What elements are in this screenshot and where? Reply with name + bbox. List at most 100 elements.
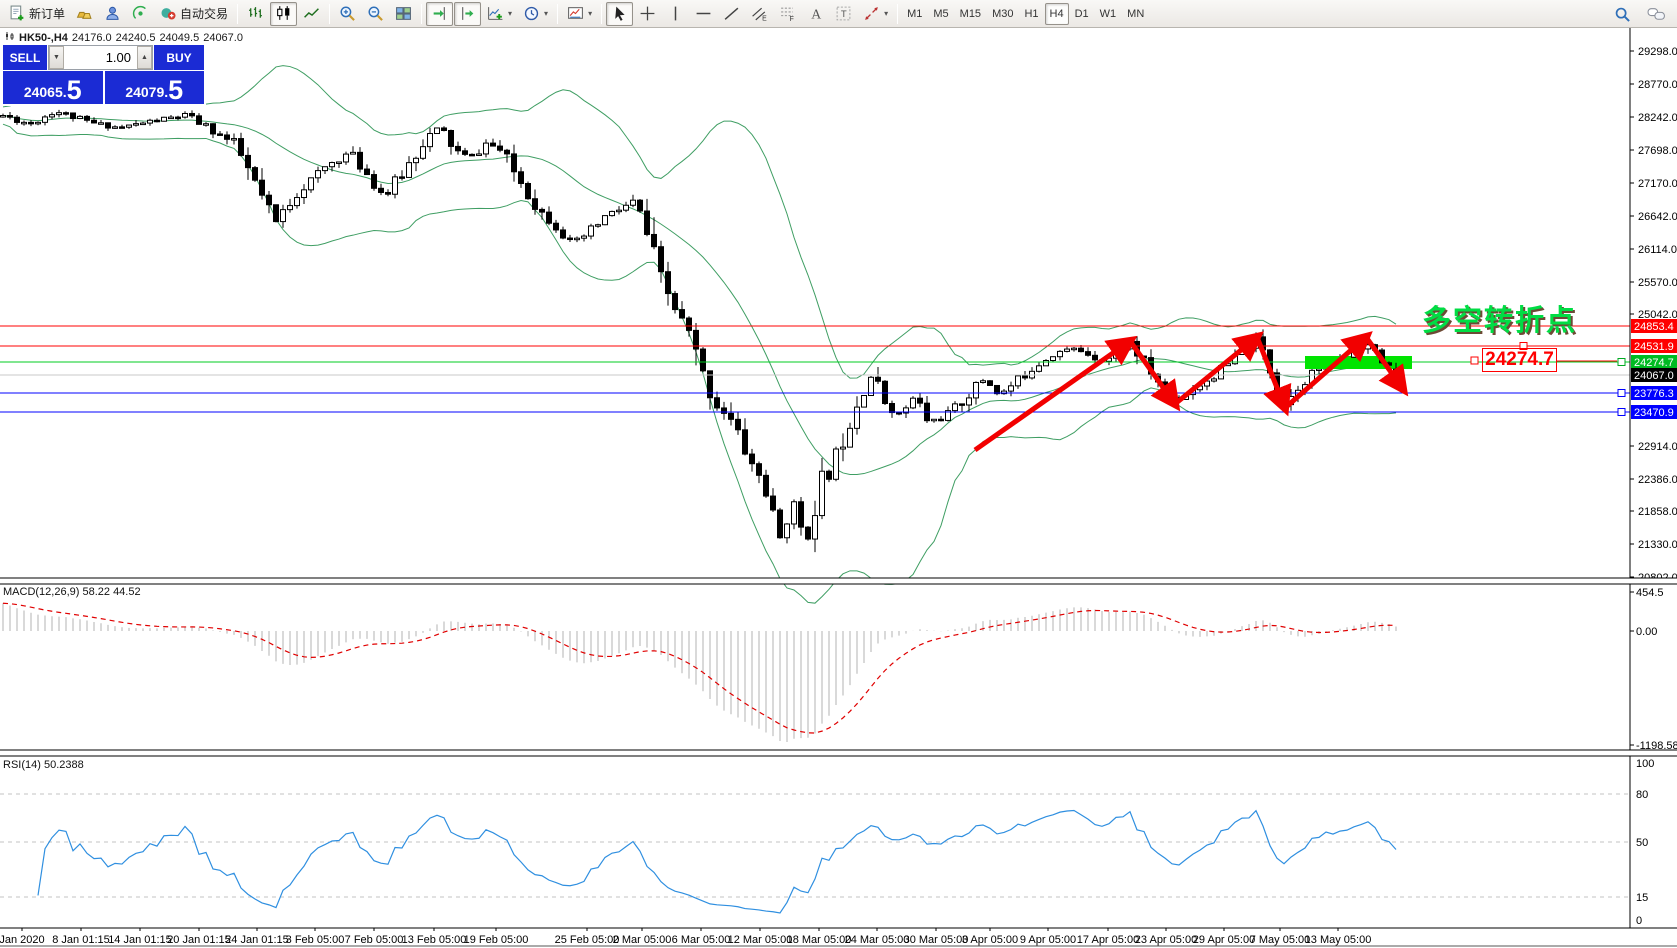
pane-divider[interactable] xyxy=(0,577,1677,585)
time-tick-label: 20 Jan 01:15 xyxy=(167,934,231,946)
price-tick-label: 22386.0 xyxy=(1638,474,1677,486)
pane-divider[interactable] xyxy=(0,749,1677,757)
chart-mini-icon xyxy=(5,31,15,44)
auto-scroll-icon xyxy=(431,5,448,22)
zoom-out-button[interactable] xyxy=(362,2,389,26)
price-tick-label: 28770.0 xyxy=(1638,79,1677,91)
fibonacci-button[interactable]: F xyxy=(774,2,801,26)
sell-price-pip: 5 xyxy=(66,75,82,105)
lot-size-group: ▼ ▲ xyxy=(48,45,153,70)
buy-price-main: 24079 xyxy=(125,84,165,100)
chevron-down-icon: ▾ xyxy=(884,9,889,18)
arrows-button[interactable]: ▾ xyxy=(858,2,893,26)
time-tick-label: 14 Jan 01:15 xyxy=(108,934,172,946)
candle-chart-button[interactable] xyxy=(270,1,298,26)
trendline-button[interactable] xyxy=(718,2,745,26)
timeframe-button-H1[interactable]: H1 xyxy=(1019,3,1043,25)
gold-button[interactable] xyxy=(71,2,98,26)
svg-text:24853.4: 24853.4 xyxy=(1634,321,1674,333)
search-button[interactable] xyxy=(1609,2,1636,26)
zoom-out-icon xyxy=(367,5,384,22)
timeframe-button-M15[interactable]: M15 xyxy=(955,3,986,25)
sell-button[interactable]: SELL xyxy=(3,45,47,70)
gold-icon xyxy=(76,5,93,22)
tile-windows-icon xyxy=(395,5,412,22)
bar-chart-button[interactable] xyxy=(242,2,269,26)
price-tick-label: 21330.0 xyxy=(1638,539,1677,551)
time-tick-label: 6 Mar 05:00 xyxy=(672,934,731,946)
crosshair-icon xyxy=(639,5,656,22)
one-click-trade-panel: SELL ▼ ▲ BUY 24065.5 24079.5 xyxy=(2,44,205,105)
contacts-icon xyxy=(104,5,121,22)
ohlc-high: 24240.5 xyxy=(115,31,156,44)
auto-trade-icon xyxy=(160,5,177,22)
toolbar-separator xyxy=(329,3,331,24)
toolbar-separator xyxy=(237,3,239,24)
indicators-button[interactable]: ▾ xyxy=(482,2,517,26)
mt4-terminal-window: 新订单 自动交易 ▾ ▾ ▾ E F A T ▾ M1 M5 M15 M30 H1 H4 D1 W1 MN 292… xyxy=(0,0,1677,948)
vertical-line-button[interactable] xyxy=(662,2,689,26)
search-icon xyxy=(1614,6,1631,23)
toolbar-separator xyxy=(421,3,423,24)
level-handle-23776.3[interactable] xyxy=(1617,389,1626,397)
zoom-in-icon xyxy=(339,5,356,22)
svg-text:F: F xyxy=(790,16,794,22)
rsi-value: 50.2388 xyxy=(43,759,84,771)
cursor-button[interactable] xyxy=(606,1,634,26)
macd-tick-label: 454.5 xyxy=(1636,587,1664,599)
lot-increase-button[interactable]: ▲ xyxy=(137,46,152,69)
time-tick-label: 17 Apr 05:00 xyxy=(1077,934,1139,946)
rsi-tick-label: 50 xyxy=(1636,837,1648,849)
new-order-button[interactable]: 新订单 xyxy=(4,2,70,26)
chat-button[interactable] xyxy=(1642,2,1671,26)
zoom-in-button[interactable] xyxy=(334,2,361,26)
price-tick-label: 21858.0 xyxy=(1638,506,1677,518)
sell-price-main: 24065 xyxy=(23,84,63,100)
timeframe-button-W1[interactable]: W1 xyxy=(1095,3,1122,25)
time-tick-label: 19 Feb 05:00 xyxy=(464,934,529,946)
text-label-button[interactable]: T xyxy=(830,2,857,26)
chart-shift-button[interactable] xyxy=(454,1,482,26)
line-chart-button[interactable] xyxy=(298,2,325,26)
tile-windows-button[interactable] xyxy=(390,2,417,26)
contacts-button[interactable] xyxy=(99,2,126,26)
lot-size-input[interactable] xyxy=(64,46,137,69)
equidistant-channel-button[interactable]: E xyxy=(746,2,773,26)
chart-canvas[interactable]: 29298.0 28770.0 28242.0 27698.0 27170.0 26642… xyxy=(0,0,1677,948)
time-tick-label: 23 Apr 05:00 xyxy=(1135,934,1197,946)
signals-icon xyxy=(132,5,149,22)
price-tick-label: 25570.0 xyxy=(1638,277,1677,289)
timeframe-button-M1[interactable]: M1 xyxy=(902,3,927,25)
chevron-down-icon: ▾ xyxy=(544,9,549,18)
horizontal-line-button[interactable] xyxy=(690,2,717,26)
buy-button[interactable]: BUY xyxy=(154,45,204,70)
auto-scroll-button[interactable] xyxy=(426,1,454,26)
rsi-tick-label: 0 xyxy=(1636,915,1642,927)
level-handle-23470.9[interactable] xyxy=(1617,408,1626,416)
buy-price-pip: 5 xyxy=(168,75,184,105)
sell-price[interactable]: 24065. 5 xyxy=(3,71,103,104)
timeframe-button-D1[interactable]: D1 xyxy=(1070,3,1094,25)
templates-button[interactable]: ▾ xyxy=(562,2,597,26)
price-callout-box[interactable]: 24274.7 xyxy=(1482,348,1557,372)
timeframe-button-M30[interactable]: M30 xyxy=(987,3,1018,25)
timeframe-button-M5[interactable]: M5 xyxy=(928,3,953,25)
buy-price[interactable]: 24079. 5 xyxy=(104,71,204,105)
turning-point-annotation[interactable]: 多空转折点 xyxy=(1422,297,1577,339)
price-tick-label: 22914.0 xyxy=(1638,441,1677,453)
auto-trade-button[interactable]: 自动交易 xyxy=(155,2,233,26)
arrows-icon xyxy=(863,5,880,22)
chart-shift-icon xyxy=(459,5,476,22)
new-order-icon xyxy=(9,5,26,22)
timeframe-button-H4[interactable]: H4 xyxy=(1044,2,1069,25)
ohlc-low: 24049.5 xyxy=(159,31,200,44)
timeframe-button-MN[interactable]: MN xyxy=(1122,3,1149,25)
lot-decrease-button[interactable]: ▼ xyxy=(49,46,64,69)
text-button[interactable]: A xyxy=(802,2,829,26)
crosshair-button[interactable] xyxy=(634,2,661,26)
signals-button[interactable] xyxy=(127,2,154,26)
text-label-icon: T xyxy=(835,5,852,22)
new-order-label: 新订单 xyxy=(29,7,66,21)
level-handle-24274.7[interactable] xyxy=(1617,358,1626,366)
periods-button[interactable]: ▾ xyxy=(518,2,553,26)
